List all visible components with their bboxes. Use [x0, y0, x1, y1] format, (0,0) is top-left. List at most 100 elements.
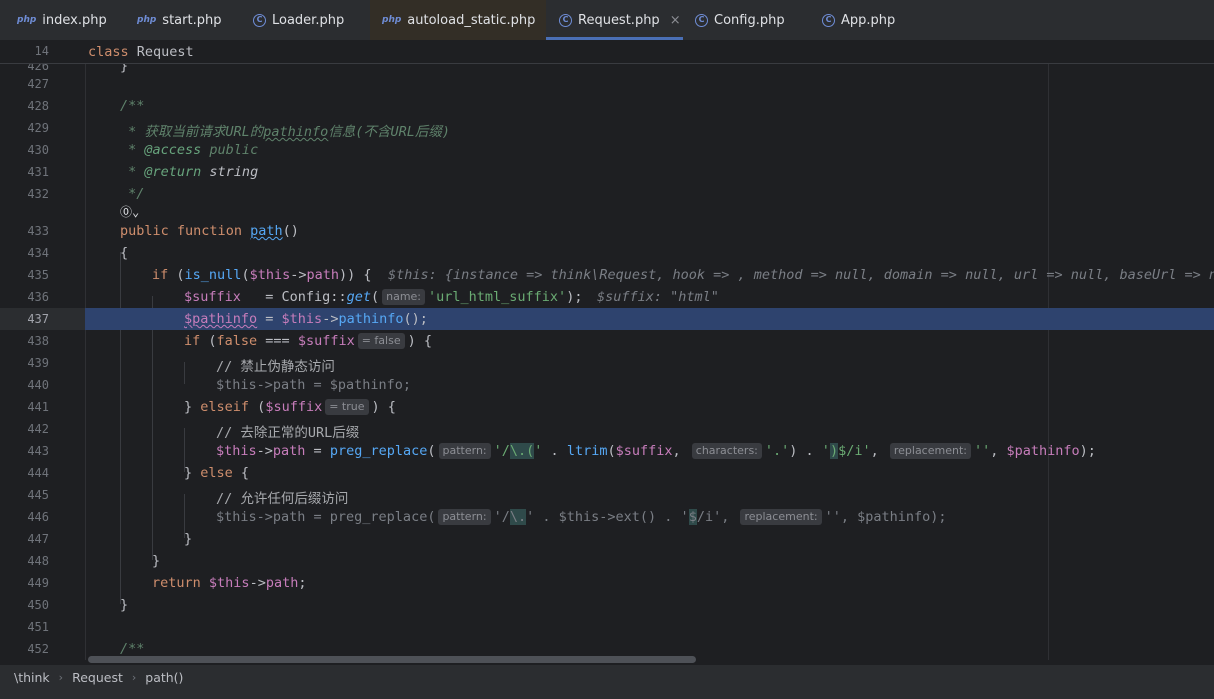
line-code: public function path()	[120, 223, 299, 239]
inline-value-hint: = false	[357, 333, 405, 349]
line-code: }	[120, 597, 129, 613]
line-code: } elseif ($suffix = true) {	[184, 399, 396, 415]
inline-debug-value: $this: {instance => think\Request, hook …	[388, 267, 1214, 283]
chevron-right-icon: ›	[58, 671, 64, 684]
breadcrumb-method[interactable]: path()	[145, 670, 183, 685]
class-file-icon: C	[822, 13, 835, 27]
horizontal-scrollbar[interactable]	[88, 656, 696, 663]
line-number: 448	[27, 554, 49, 568]
code-line[interactable]: 433 public function path()	[0, 220, 1214, 242]
code-line[interactable]: 443 $this->path = preg_replace(pattern: '…	[0, 440, 1214, 462]
tab-label: App.php	[841, 12, 896, 28]
tab-start-php[interactable]: php start.php	[137, 0, 221, 40]
current-execution-line[interactable]: 437 $pathinfo = $this->pathinfo();	[0, 308, 1214, 330]
parameter-hint: pattern:	[438, 443, 491, 459]
line-code: }	[184, 531, 193, 547]
status-strip	[0, 690, 1214, 699]
code-line[interactable]: 441 } elseif ($suffix = true) {	[0, 396, 1214, 418]
tab-request-php[interactable]: C Request.php ×	[546, 0, 683, 40]
tab-label: index.php	[42, 12, 107, 28]
line-number: 432	[27, 187, 49, 201]
line-number: 436	[27, 290, 49, 304]
tab-app-php[interactable]: C App.php	[822, 0, 895, 40]
tab-index-php[interactable]: php index.php	[17, 0, 107, 40]
line-number: 437	[27, 312, 49, 326]
line-number: 430	[27, 143, 49, 157]
code-line[interactable]: 440 $this->path = $pathinfo;	[0, 374, 1214, 396]
breadcrumb-namespace[interactable]: \think	[14, 670, 50, 685]
line-number: 452	[27, 642, 49, 656]
php-file-icon: php	[17, 15, 37, 25]
code-line[interactable]: 444 } else {	[0, 462, 1214, 484]
line-number: 443	[27, 444, 49, 458]
close-icon[interactable]: ×	[670, 13, 681, 28]
line-code: $this->path = preg_replace(pattern: '/\.(…	[216, 443, 1096, 459]
code-line[interactable]: 449 return $this->path;	[0, 572, 1214, 594]
code-line[interactable]: 446 $this->path = preg_replace(pattern: '…	[0, 506, 1214, 528]
code-line[interactable]: 450 }	[0, 594, 1214, 616]
code-line[interactable]: 430 * @access public	[0, 139, 1214, 161]
tab-loader-php[interactable]: C Loader.php	[253, 0, 344, 40]
line-number: 445	[27, 488, 49, 502]
sticky-scope-header[interactable]: 14 class Request	[0, 41, 1214, 64]
tab-label: Config.php	[714, 12, 785, 28]
code-line[interactable]: 439 // 禁止伪静态访问	[0, 352, 1214, 375]
breadcrumb: \think › Request › path()	[0, 664, 1214, 690]
breadcrumb-class[interactable]: Request	[72, 670, 123, 685]
tab-autoload-static-php[interactable]: php autoload_static.php	[370, 0, 546, 40]
line-code: /**	[120, 98, 145, 114]
line-number: 446	[27, 510, 49, 524]
code-line[interactable]: 447 }	[0, 528, 1214, 550]
line-number: 440	[27, 378, 49, 392]
line-number: 439	[27, 356, 49, 370]
code-line[interactable]: 429 * 获取当前请求URL的pathinfo信息(不含URL后缀)	[0, 117, 1214, 140]
code-line[interactable]: 448 }	[0, 550, 1214, 572]
line-code: * @return string	[120, 164, 259, 180]
code-line[interactable]: 427	[0, 73, 1214, 95]
parameter-hint: characters:	[691, 443, 762, 459]
code-line[interactable]: 428 /**	[0, 95, 1214, 117]
tab-label: Request.php	[578, 12, 660, 28]
line-code: */	[120, 186, 145, 202]
line-code: {	[120, 245, 129, 261]
line-code: $this->path = $pathinfo;	[216, 377, 412, 393]
inline-debug-value: $suffix: "html"	[597, 289, 719, 305]
line-number: 451	[27, 620, 49, 634]
inheritance-marker-icon[interactable]: ⓪⌄	[120, 203, 139, 220]
code-vision-row: ⓪⌄	[0, 203, 1214, 221]
code-line[interactable]: 434 {	[0, 242, 1214, 264]
line-code: /**	[120, 641, 145, 657]
code-line[interactable]: 432 */	[0, 183, 1214, 205]
class-file-icon: C	[253, 13, 266, 27]
line-code: * @access public	[120, 142, 259, 158]
code-editor[interactable]: 426 } 427 428 /** 429 * 获取当前请求URL的pathin…	[0, 64, 1214, 660]
inline-value-hint: = true	[325, 399, 369, 415]
code-line[interactable]: 436 $suffix = Config::get(name:'url_html…	[0, 286, 1214, 308]
line-number: 450	[27, 598, 49, 612]
code-line[interactable]: 451	[0, 616, 1214, 638]
line-code: if (false === $suffix = false) {	[184, 333, 432, 349]
php-file-icon: php	[382, 15, 402, 25]
line-code: }	[152, 553, 161, 569]
line-number: 429	[27, 121, 49, 135]
tab-label: autoload_static.php	[407, 12, 536, 28]
line-number: 431	[27, 165, 49, 179]
line-number: 427	[27, 77, 49, 91]
tab-label: start.php	[162, 12, 222, 28]
editor-tab-bar: php index.php php start.php C Loader.php…	[0, 0, 1214, 41]
code-line[interactable]: 438 if (false === $suffix = false) {	[0, 330, 1214, 352]
code-line[interactable]: 445 // 允许任何后缀访问	[0, 484, 1214, 507]
line-number: 14	[34, 44, 49, 58]
code-line[interactable]: 442 // 去除正常的URL后缀	[0, 418, 1214, 441]
line-code: return $this->path;	[152, 575, 307, 591]
tab-config-php[interactable]: C Config.php	[695, 0, 785, 40]
code-line[interactable]: 435 if (is_null($this->path)) { $this: {…	[0, 264, 1214, 286]
code-line[interactable]: 431 * @return string	[0, 161, 1214, 183]
class-file-icon: C	[695, 13, 708, 27]
line-number: 447	[27, 532, 49, 546]
parameter-hint: replacement:	[889, 443, 971, 459]
line-number: 434	[27, 246, 49, 260]
line-number: 426	[27, 64, 49, 73]
line-number: 444	[27, 466, 49, 480]
line-number: 441	[27, 400, 49, 414]
